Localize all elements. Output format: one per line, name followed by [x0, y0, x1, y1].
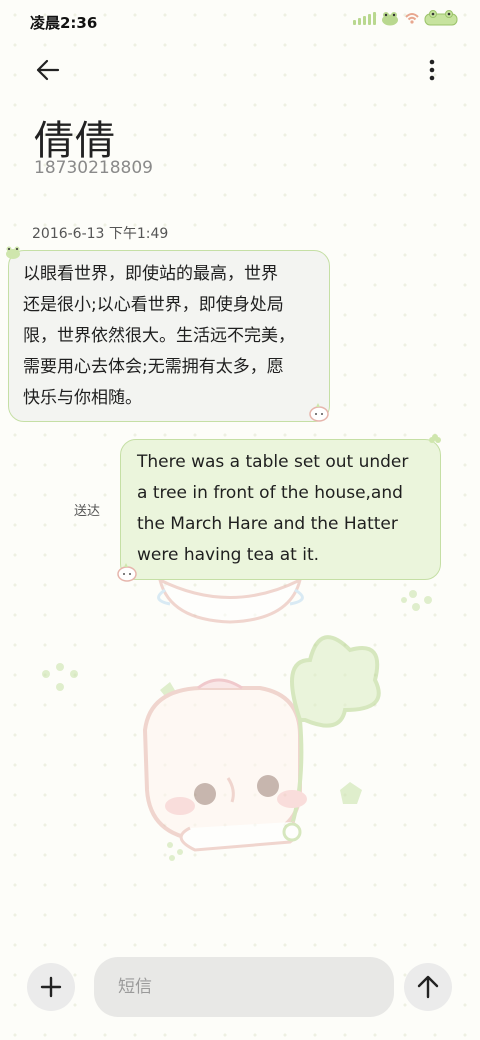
- background-illustration: [42, 577, 432, 861]
- contact-number: 18730218809: [34, 158, 153, 178]
- message-input[interactable]: [94, 957, 394, 1017]
- bunny-sticker-icon: [309, 403, 329, 422]
- status-icons: [353, 10, 458, 26]
- signal-icon: [353, 11, 376, 25]
- delivery-status: 送达: [74, 504, 101, 519]
- message-line: 快乐与你相随。: [23, 388, 142, 408]
- battery-frog-icon: [424, 10, 458, 26]
- frog-icon: [382, 12, 398, 26]
- bunny-sticker-icon: [117, 563, 137, 582]
- status-time: 凌晨2:36: [30, 14, 98, 32]
- message-line: the March Hare and the Hatter: [137, 514, 398, 534]
- incoming-message-bubble[interactable]: 以眼看世界，即使站的最高，世界 还是很小;以心看世界，即使身处局 限，世界依然很…: [8, 250, 330, 422]
- message-timestamp: 2016-6-13 下午1:49: [32, 226, 169, 242]
- wifi-icon: [405, 13, 419, 24]
- more-vertical-icon: [429, 59, 435, 81]
- plus-icon: [40, 976, 62, 998]
- send-button[interactable]: [404, 963, 452, 1011]
- arrow-up-icon: [417, 975, 439, 999]
- outgoing-message-bubble[interactable]: There was a table set out under a tree i…: [120, 439, 441, 580]
- composer-bar: [0, 950, 480, 1026]
- more-options-button[interactable]: [422, 56, 442, 84]
- message-line: There was a table set out under: [137, 452, 409, 472]
- top-bar: [0, 48, 480, 92]
- message-line: 以眼看世界，即使站的最高，世界: [23, 264, 278, 284]
- arrow-left-icon: [36, 59, 60, 81]
- message-line: 需要用心去体会;无需拥有太多，愿: [23, 357, 284, 377]
- message-line: 还是很小;以心看世界，即使身处局: [23, 295, 284, 315]
- message-line: were having tea at it.: [137, 545, 320, 565]
- back-button[interactable]: [32, 56, 64, 84]
- frog-sticker-icon: [6, 246, 20, 259]
- add-attachment-button[interactable]: [27, 963, 75, 1011]
- message-line: 限，世界依然很大。生活远不完美，: [23, 326, 295, 346]
- status-bar: 凌晨2:36: [0, 0, 480, 44]
- leaf-sticker-icon: [429, 434, 441, 443]
- message-line: a tree in front of the house,and: [137, 483, 403, 503]
